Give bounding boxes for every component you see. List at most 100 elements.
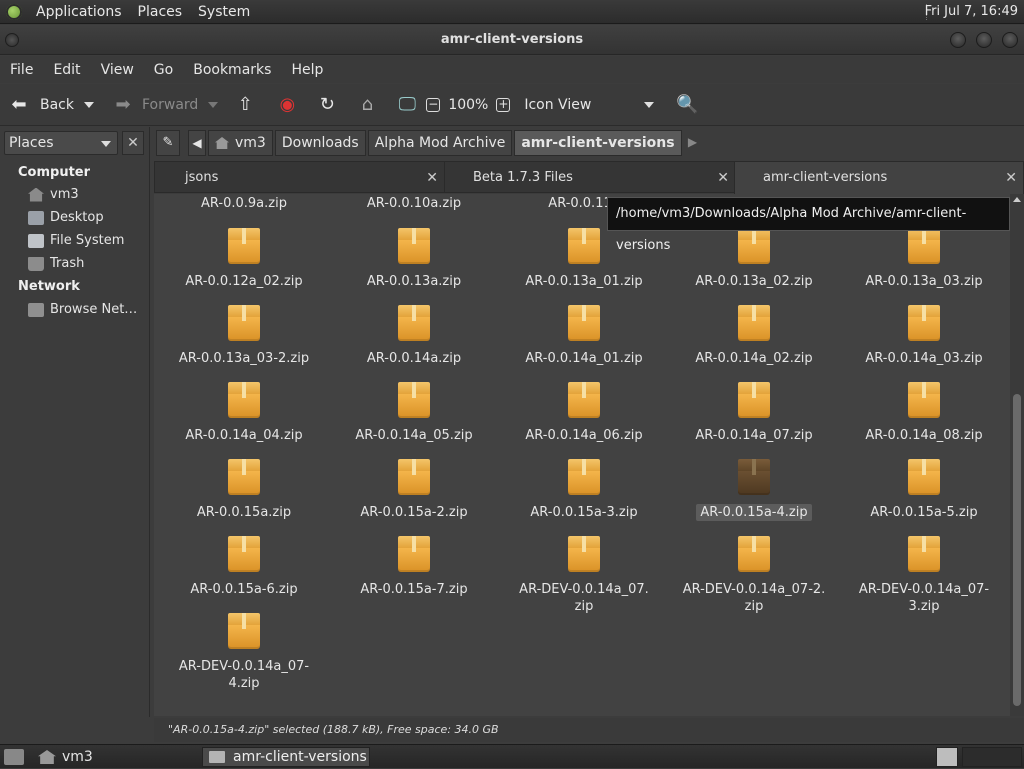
tab-label: jsons bbox=[185, 170, 219, 185]
zoom-out-button[interactable]: − bbox=[422, 84, 444, 126]
menu-view[interactable]: View bbox=[91, 62, 144, 78]
stop-icon: ◉ bbox=[279, 93, 296, 115]
breadcrumb-label: vm3 bbox=[235, 135, 266, 151]
menu-help[interactable]: Help bbox=[281, 62, 333, 78]
system-menu[interactable]: System bbox=[190, 0, 258, 24]
home-launcher-label[interactable]: vm3 bbox=[62, 745, 93, 769]
archive-icon bbox=[398, 305, 430, 341]
menu-edit[interactable]: Edit bbox=[43, 62, 90, 78]
close-tab-icon[interactable]: ✕ bbox=[426, 162, 438, 194]
breadcrumb-alpha-mod-archive[interactable]: Alpha Mod Archive bbox=[367, 130, 513, 156]
back-history-dropdown[interactable] bbox=[84, 101, 94, 108]
tab-bar: jsons ✕ Beta 1.7.3 Files ✕ amr-client-ve… bbox=[154, 161, 1024, 195]
sidebar-item-vm3[interactable]: vm3 bbox=[28, 187, 79, 202]
computer-button[interactable]: 🖵 bbox=[392, 84, 422, 126]
menubar: File Edit View Go Bookmarks Help bbox=[0, 56, 1024, 83]
file-name: AR-0.0.14a_06.zip bbox=[525, 428, 643, 443]
computer-icon: 🖵 bbox=[398, 93, 416, 115]
view-mode-label: Icon View bbox=[524, 96, 592, 113]
home-icon bbox=[215, 137, 229, 149]
view-mode-dropdown[interactable] bbox=[644, 101, 655, 108]
file-name: AR-0.0.10a.zip bbox=[366, 196, 462, 211]
close-tab-icon[interactable]: ✕ bbox=[717, 162, 729, 194]
file-name: AR-0.0.13a.zip bbox=[366, 274, 462, 289]
menu-file[interactable]: File bbox=[0, 62, 43, 78]
sidebar-item-browse-network[interactable]: Browse Net… bbox=[28, 302, 137, 317]
forward-button[interactable]: ➡ Forward bbox=[108, 84, 202, 126]
breadcrumb-amr-client-versions[interactable]: amr-client-versions bbox=[514, 130, 682, 156]
home-folder-icon[interactable] bbox=[38, 750, 56, 764]
forward-history-dropdown[interactable] bbox=[208, 101, 219, 108]
close-tab-icon[interactable]: ✕ bbox=[1005, 162, 1017, 194]
tab-beta-files[interactable]: Beta 1.7.3 Files ✕ bbox=[444, 161, 736, 193]
close-sidebar-button[interactable]: ✕ bbox=[122, 131, 144, 155]
file-name: AR-0.0.15a-5.zip bbox=[870, 505, 978, 520]
archive-icon bbox=[228, 459, 260, 495]
archive-icon bbox=[908, 459, 940, 495]
vertical-scrollbar[interactable] bbox=[1010, 194, 1024, 716]
forward-arrow-icon: ➡ bbox=[115, 93, 131, 115]
file-name: AR-0.0.15a-2.zip bbox=[360, 505, 468, 520]
search-button[interactable]: 🔍 bbox=[672, 84, 702, 126]
sidebar-item-label: Trash bbox=[50, 256, 85, 271]
taskbar-window-button[interactable]: amr-client-versions bbox=[202, 747, 370, 767]
folder-icon bbox=[209, 751, 225, 763]
archive-icon bbox=[908, 305, 940, 341]
archive-icon bbox=[568, 459, 600, 495]
places-menu[interactable]: Places bbox=[130, 0, 191, 24]
file-icon-view[interactable]: AR-0.0.9a.zip AR-0.0.10a.zip AR-0.0.11a AR-… bbox=[154, 194, 1010, 716]
reload-button[interactable]: ↻ bbox=[312, 84, 342, 126]
breadcrumb-downloads[interactable]: Downloads bbox=[274, 130, 366, 156]
file-name: AR-DEV-0.0.14a_07. zip bbox=[519, 582, 649, 614]
path-tooltip: /home/vm3/Downloads/Alpha Mod Archive/am… bbox=[607, 197, 1010, 253]
search-icon: 🔍 bbox=[676, 93, 699, 115]
window-titlebar[interactable]: amr-client-versions bbox=[0, 25, 1024, 55]
sidebar-item-file-system[interactable]: File System bbox=[28, 233, 124, 248]
tab-amr-client-versions[interactable]: amr-client-versions ✕ bbox=[734, 161, 1024, 195]
clock[interactable]: Fri Jul 7, 16:49 bbox=[925, 0, 1018, 24]
sidebar-selector[interactable]: Places bbox=[4, 131, 118, 155]
archive-icon bbox=[568, 305, 600, 341]
applications-menu[interactable]: Applications bbox=[28, 0, 130, 24]
scroll-up-arrow-icon[interactable] bbox=[1013, 197, 1021, 202]
archive-icon bbox=[228, 228, 260, 264]
home-button[interactable]: ⌂ bbox=[352, 84, 382, 126]
up-button[interactable]: ⇧ bbox=[230, 84, 260, 126]
back-arrow-icon: ⬅ bbox=[11, 93, 27, 115]
sidebar-item-desktop[interactable]: Desktop bbox=[28, 210, 104, 225]
archive-icon bbox=[228, 382, 260, 418]
back-button[interactable]: ⬅ Back bbox=[0, 84, 78, 126]
sidebar-section-network: Network bbox=[18, 279, 80, 294]
workspace-switcher[interactable] bbox=[936, 747, 958, 767]
path-scroll-left-button[interactable]: ◀ bbox=[188, 130, 206, 156]
zoom-level[interactable]: 100% bbox=[444, 84, 492, 126]
menu-bookmarks[interactable]: Bookmarks bbox=[183, 62, 281, 78]
view-mode-selector[interactable]: Icon View bbox=[520, 84, 638, 126]
minimize-button[interactable] bbox=[950, 32, 966, 48]
forward-label: Forward bbox=[142, 96, 199, 113]
file-name: AR-0.0.14a_03.zip bbox=[865, 351, 983, 366]
path-scroll-right-button[interactable]: ▶ bbox=[684, 130, 702, 156]
distro-logo-icon[interactable] bbox=[6, 3, 22, 20]
file-name: AR-0.0.14a.zip bbox=[366, 351, 462, 366]
edit-location-button[interactable]: ✎ bbox=[156, 130, 180, 156]
zoom-in-button[interactable]: + bbox=[492, 84, 514, 126]
archive-icon bbox=[738, 305, 770, 341]
show-desktop-icon[interactable] bbox=[4, 749, 24, 765]
archive-icon bbox=[908, 228, 940, 264]
sidebar-item-trash[interactable]: Trash bbox=[28, 256, 84, 271]
tab-jsons[interactable]: jsons ✕ bbox=[154, 161, 445, 193]
archive-icon bbox=[568, 228, 600, 264]
back-label: Back bbox=[40, 96, 74, 113]
tab-label: amr-client-versions bbox=[763, 170, 888, 185]
file-name: AR-0.0.9a.zip bbox=[201, 196, 287, 211]
close-window-button[interactable] bbox=[1002, 32, 1018, 48]
chevron-down-icon bbox=[101, 141, 111, 147]
scrollbar-thumb[interactable] bbox=[1013, 394, 1021, 706]
stop-button[interactable]: ◉ bbox=[272, 84, 302, 126]
breadcrumb-vm3[interactable]: vm3 bbox=[208, 130, 273, 156]
archive-icon bbox=[908, 536, 940, 572]
trash-applet[interactable] bbox=[962, 747, 1022, 767]
maximize-button[interactable] bbox=[976, 32, 992, 48]
menu-go[interactable]: Go bbox=[144, 62, 183, 78]
